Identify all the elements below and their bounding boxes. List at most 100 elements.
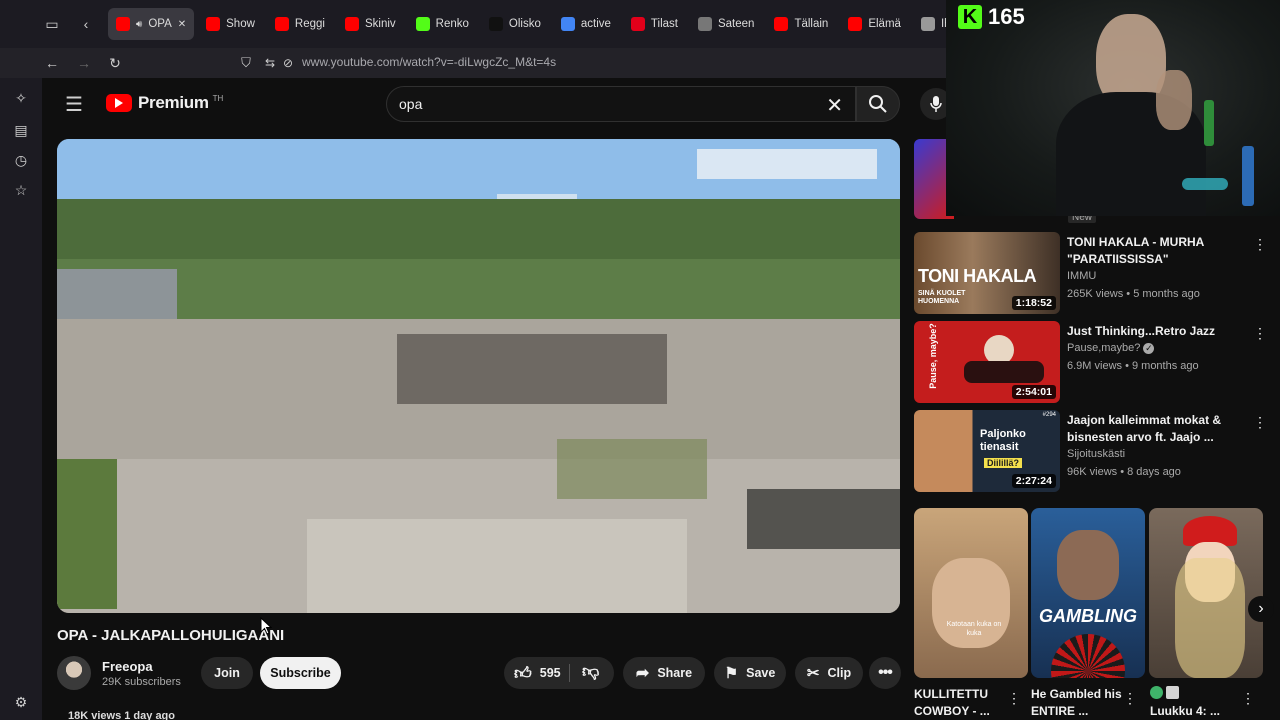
browser-tab[interactable]: Show (198, 8, 263, 40)
rec-channel[interactable]: Pause,maybe? ✓ (1067, 342, 1155, 354)
bottle-green (1204, 100, 1214, 146)
video-player[interactable] (57, 139, 900, 613)
shelf-next-arrow-icon[interactable]: › (1248, 596, 1274, 622)
more-vert-icon[interactable]: ⋮ (1006, 690, 1022, 706)
save-button[interactable]: ⚑ Save (714, 657, 786, 689)
rec-title[interactable]: Jaajon kalleimmat mokat & bisnesten arvo… (1067, 412, 1247, 446)
share-label: Share (657, 666, 693, 680)
share-button[interactable]: ➦ Share (623, 657, 705, 689)
tab-label: OPA (148, 18, 172, 30)
url-field[interactable]: www.youtube.com/watch?v=-diLwgcZc_M&t=4s (302, 55, 556, 69)
favorites-star-icon[interactable]: ☆ (9, 178, 33, 202)
rec-channel-name[interactable]: Pause,maybe? (1067, 342, 1140, 354)
browser-sidebar: ▯ ✧ ▤ ◷ ☆ ⚙ (0, 48, 42, 720)
rec-title[interactable]: Just Thinking...Retro Jazz (1067, 323, 1247, 340)
short-title-3[interactable]: Luukku 4: ... (1150, 703, 1250, 720)
webcam-overlay (946, 0, 1280, 216)
browser-tab[interactable]: Skiniv (337, 8, 404, 40)
thumb-chair (964, 361, 1044, 383)
browser-tab[interactable]: Elämä (840, 8, 909, 40)
thumb-title-text: Pause, maybe? (927, 323, 938, 389)
short-thumbnail-3[interactable] (1149, 508, 1263, 678)
tab-label: Renko (435, 18, 469, 30)
hamburger-menu-icon[interactable]: ☰ (62, 92, 86, 116)
tab-favicon-icon (774, 17, 789, 31)
like-dislike-group: 👍︎ 595 👎︎ (504, 657, 614, 689)
thumb-title-text: Paljonko tienasit (980, 428, 1026, 453)
ai-sparkle-icon[interactable]: ✧ (9, 86, 33, 110)
browser-tab[interactable]: Tällain (766, 8, 836, 40)
browser-tab[interactable]: Renko (408, 8, 477, 40)
join-button[interactable]: Join (201, 657, 253, 689)
rec-thumbnail[interactable]: TONI HAKALA SINÄ KUOLET HUOMENNA 1:18:52 (914, 232, 1060, 314)
rec-thumbnail[interactable]: Paljonko tienasit Diilillä? #294 2:27:24 (914, 410, 1060, 492)
site-shield-icon[interactable]: ⛉ (234, 51, 258, 75)
thumb-badge-text: Diilillä? (984, 458, 1023, 468)
youtube-play-logo-icon (106, 94, 132, 112)
tab-favicon-icon (848, 17, 863, 31)
short-thumbnail-1[interactable]: Katotaan kuka on kuka (914, 508, 1028, 678)
browser-tab[interactable]: Olisko (481, 8, 549, 40)
search-box[interactable]: opa ✕ (386, 86, 856, 122)
reload-icon[interactable]: ↻ (103, 51, 127, 75)
back-arrow-icon[interactable]: ← (40, 51, 64, 75)
clip-button[interactable]: ✂ Clip (795, 657, 863, 689)
like-count[interactable]: 595 (540, 666, 561, 680)
kick-logo-icon: K (958, 5, 982, 29)
channel-avatar[interactable] (57, 656, 91, 690)
browser-tab[interactable]: active (553, 8, 619, 40)
short-caption: Katotaan kuka on kuka (946, 621, 1002, 637)
tracking-blocked-icon[interactable]: ⊘ (276, 51, 300, 75)
subscribe-button[interactable]: Subscribe (260, 657, 341, 689)
thumbs-down-icon[interactable]: 👎︎ (582, 661, 599, 682)
browser-tab[interactable]: Sateen (690, 8, 762, 40)
more-vert-icon[interactable]: ⋮ (1122, 690, 1138, 706)
bookmarks-icon[interactable]: ▤ (9, 118, 33, 142)
tab-overview-icon[interactable]: ▭ (40, 12, 64, 36)
tab-label: Elämä (868, 18, 901, 30)
video-title: OPA - JALKAPALLOHULIGAANI (57, 627, 285, 644)
browser-tab[interactable]: 🔊︎ OPA ✕ (108, 8, 195, 40)
tab-favicon-icon (697, 17, 712, 31)
duration-badge: 2:27:24 (1011, 474, 1056, 488)
settings-gear-icon[interactable]: ⚙ (9, 690, 33, 714)
rec-video-1[interactable]: TONI HAKALA SINÄ KUOLET HUOMENNA 1:18:52… (914, 232, 1280, 314)
verified-check-icon: ✓ (1143, 343, 1155, 354)
more-vert-icon[interactable]: ⋮ (1252, 325, 1268, 341)
browser-tab[interactable]: Tilast (623, 8, 686, 40)
more-actions-button[interactable]: ••• (869, 657, 901, 689)
smile-emoji-icon (1150, 686, 1163, 699)
more-vert-icon[interactable]: ⋮ (1240, 690, 1256, 706)
clapper-emoji-icon (1166, 686, 1179, 699)
short-thumbnail-2[interactable]: GAMBLING (1031, 508, 1145, 678)
more-dots-icon: ••• (878, 664, 893, 681)
more-vert-icon[interactable]: ⋮ (1252, 414, 1268, 430)
tab-label: Skiniv (364, 18, 396, 30)
search-button[interactable] (856, 86, 900, 122)
browser-tab[interactable]: Reggi (267, 8, 333, 40)
tab-close-icon[interactable]: ✕ (178, 19, 186, 30)
clip-label: Clip (827, 666, 852, 680)
tab-scroll-left-icon[interactable]: ‹ (74, 12, 98, 36)
tab-favicon-icon (920, 17, 935, 31)
short-title-2[interactable]: He Gambled his ENTIRE ... (1031, 686, 1131, 720)
viewer-count: 165 (988, 4, 1025, 29)
search-input[interactable]: opa (399, 96, 422, 112)
rec-title[interactable]: TONI HAKALA - MURHA "PARATIISSISSA" (1067, 234, 1247, 268)
rec-video-3[interactable]: Paljonko tienasit Diilillä? #294 2:27:24… (914, 410, 1280, 492)
rec-channel[interactable]: Sijoituskästi (1067, 448, 1125, 460)
more-vert-icon[interactable]: ⋮ (1252, 236, 1268, 252)
channel-name[interactable]: Freeopa (102, 659, 181, 674)
rec-video-2[interactable]: Pause, maybe? 2:54:01 Just Thinking...Re… (914, 321, 1280, 403)
tab-audio-icon[interactable]: 🔊︎ (136, 19, 142, 30)
history-icon[interactable]: ◷ (9, 148, 33, 172)
youtube-premium-logo[interactable]: Premium TH (106, 93, 223, 113)
clear-search-icon[interactable]: ✕ (826, 93, 843, 118)
short-title-1[interactable]: KULLITETTU COWBOY - ... (914, 686, 1014, 720)
thumbs-up-icon[interactable]: 👍︎ (514, 663, 532, 684)
rec-thumbnail[interactable]: Pause, maybe? 2:54:01 (914, 321, 1060, 403)
kick-viewer-counter: K 165 (958, 4, 1025, 30)
duration-badge: 1:18:52 (1011, 296, 1056, 310)
forward-arrow-icon[interactable]: → (72, 51, 96, 75)
rec-channel[interactable]: IMMU (1067, 270, 1096, 282)
